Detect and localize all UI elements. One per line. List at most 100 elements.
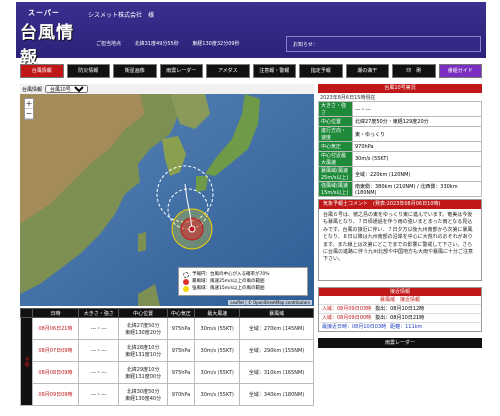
site-logo[interactable]: スーパー 台風情報 <box>20 8 84 68</box>
tab-tides[interactable]: 潮の満干 <box>345 64 389 78</box>
closest-approach-time: 最接近日時：08月10日03時 <box>322 324 387 330</box>
location-label: ご担当地点 <box>96 41 122 47</box>
row-key: 大きさ・強さ <box>318 101 353 117</box>
column-header: 中心位置 <box>118 308 168 318</box>
table-row: 暴風域(風速25m/s以上) 全域：220km (120NM) <box>318 166 482 182</box>
table-row: 08月08日09時 ---・--- 北緯29度10分 東経131度00分 975h… <box>21 361 314 384</box>
status-table: 大きさ・強さ ---・--- 中心位置 北緯27度50分・東経129度20分 進行方… <box>318 101 482 197</box>
forecast-lon: 東経130度20分 <box>125 329 162 336</box>
zoom-out-button[interactable]: − <box>25 109 33 119</box>
column-header: 中心気圧 <box>166 308 196 318</box>
notice-label: お知らせ： <box>293 42 318 48</box>
forecast-size: ---・--- <box>77 383 120 406</box>
forecast-wind: 30m/s (55KT) <box>194 317 241 340</box>
latitude-text: 北緯31度49分55秒 <box>134 41 179 47</box>
table-row: 進行方向・速度 東・ゆっくり <box>318 126 482 142</box>
row-key: 中心付近最大風速 <box>318 151 353 167</box>
forecast-wind: 30m/s (55KT) <box>194 383 241 406</box>
approach-exit: 抜出：08月10日12時 <box>375 306 425 312</box>
forecast-wind: 30m/s (55KT) <box>194 339 241 362</box>
map-legend: 予報円：台風の中心が入る確率が70% 暴風域：風速25m/s以上の風の範囲 強風… <box>178 267 308 296</box>
map-toolbar: 台風情報 台風10号 <box>20 84 314 94</box>
table-row: 08月09日09時 ---・--- 北緯30度50分 東経130度40分 970h… <box>21 383 314 406</box>
legend-forecast-text: 予報円：台風の中心が入る確率が70% <box>192 272 270 277</box>
forecaster-comment: 気象予報士コメント (発表:2023年08月06日10時) 台風６号は、徳之島の… <box>318 199 482 281</box>
forecast-position: 北緯27度50分 東経130度20分 <box>118 317 168 340</box>
forecast-lat: 北緯29度10分 <box>126 366 160 373</box>
current-status-panel: 台風10号実況 2023年8月6日15時現在 大きさ・強さ ---・--- 中心位… <box>318 84 482 414</box>
column-header: 暴風域 <box>239 308 314 318</box>
map-attribution[interactable]: Leaflet | © OpenStreetMap contributors <box>228 300 312 305</box>
table-row: 予報 08月06日21時 ---・--- 北緯27度50分 東経130度20分 9… <box>20 317 314 406</box>
logo-title: 台風情報 <box>20 23 74 68</box>
tab-print[interactable]: 印 刷 <box>392 64 436 78</box>
forecast-date: 08月06日21時 <box>32 317 79 340</box>
zoom-in-button[interactable]: + <box>25 99 33 109</box>
forecast-storm-area: 全域：310km (165NM) <box>239 361 314 384</box>
forecast-position: 北緯30度50分 東経130度40分 <box>118 383 168 406</box>
forecast-date: 08月08日09時 <box>32 361 79 384</box>
approach-row: 入域：08月09日03時 抜出：08月10日12時 <box>319 304 481 313</box>
forecast-side-label: 予報 <box>20 317 33 406</box>
forecast-storm-area: 全域：270km (145NM) <box>239 317 314 340</box>
forecast-date: 08月09日09時 <box>32 383 79 406</box>
row-key: 強風域(風速15m/s以上) <box>318 181 353 197</box>
forecast-position: 北緯28度10分 東経131度10分 <box>118 339 168 362</box>
row-value: 全域：220km (120NM) <box>352 166 482 182</box>
forecast-size: ---・--- <box>77 339 120 362</box>
typhoon-map[interactable]: + − 予報円：台風の中心が入る確率が70% 暴風域：風速25m/s以上の風の範… <box>20 94 314 306</box>
status-timestamp: 2023年8月6日15時現在 <box>320 95 376 101</box>
typhoon-select[interactable]: 台風10号 <box>45 85 89 93</box>
tab-amedas[interactable]: アメダス <box>206 64 250 78</box>
table-row: 強風域(風速15m/s以上) 南東側：380km (210NM) / 北西側：33… <box>318 181 482 197</box>
legend-gale-text: 強風域：風速15m/s以上の風の範囲 <box>192 286 265 291</box>
typhoon-center[interactable] <box>188 225 196 233</box>
comment-header: 気象予報士コメント (発表:2023年08月06日10時) <box>319 200 481 209</box>
tab-rain-radar[interactable]: 雨雲レーダー <box>159 64 203 78</box>
tab-disaster-info[interactable]: 防災情報 <box>66 64 110 78</box>
forecast-circle-icon <box>183 271 189 278</box>
row-key: 中心気圧 <box>318 141 353 152</box>
forecast-lon: 東経131度00分 <box>125 373 162 380</box>
forecast-lat: 北緯27度50分 <box>126 322 160 329</box>
forecast-date: 08月07日09時 <box>32 339 79 362</box>
table-row: 中心付近最大風速 30m/s (55KT) <box>318 151 482 167</box>
table-row: 大きさ・強さ ---・--- <box>318 101 482 117</box>
approach-info: 接近情報 暴風域 接近情報 入域：08月09日03時 抜出：08月10日12時 入… <box>318 287 482 332</box>
approach-header: 接近情報 <box>319 288 481 296</box>
forecast-pressure: 975hPa <box>166 339 196 362</box>
storm-area-icon <box>183 278 189 285</box>
forecast-table: 日時 大きさ・強さ 中心位置 中心気圧 最大風速 暴風域 予報 08月06日21… <box>20 308 314 406</box>
table-row: 08月07日09時 ---・--- 北緯28度10分 東経131度10分 975h… <box>21 339 314 362</box>
approach-row: 入域：08月09日00時 抜出：08月10日21時 <box>319 313 481 322</box>
forecast-table-panel: 日時 大きさ・強さ 中心位置 中心気圧 最大風速 暴風域 予報 08月06日21… <box>20 308 314 414</box>
map-panel: 台風情報 台風10号 + − 予報円：台風の中心が入る確率が70% 暴風域：風速… <box>20 84 314 306</box>
legend-forecast: 予報円：台風の中心が入る確率が70% <box>183 271 303 278</box>
forecast-pressure: 975hPa <box>166 317 196 340</box>
tab-program-guide[interactable]: 番組ガイド <box>438 64 482 78</box>
company-name: シスメット株式会社 様 <box>88 12 155 19</box>
tab-point-forecast[interactable]: 指定予報 <box>299 64 343 78</box>
forecast-storm-area: 全域：290km (155NM) <box>239 339 314 362</box>
rain-radar-link[interactable]: 雨雲レーダー <box>318 338 482 348</box>
row-value: 970hPa <box>352 141 482 152</box>
zoom-control: + − <box>24 98 34 120</box>
location-info: ご担当地点 北緯31度49分55秒 東経130度32分09秒 <box>96 40 252 47</box>
forecast-storm-area: 全域：340km (180NM) <box>239 383 314 406</box>
forecast-position: 北緯29度10分 東経131度00分 <box>118 361 168 384</box>
tab-warnings[interactable]: 注意報・警報 <box>252 64 296 78</box>
tab-typhoon-info[interactable]: 台風情報 <box>20 64 64 78</box>
closest-approach-distance: 距離：111km <box>390 324 423 330</box>
main-nav: 台風情報 防災情報 衛星画像 雨雲レーダー アメダス 注意報・警報 指定予報 潮… <box>16 64 486 78</box>
legend-gale: 強風域：風速15m/s以上の風の範囲 <box>183 285 303 292</box>
approach-entry: 入域：08月09日03時 <box>322 306 372 312</box>
map-toolbar-label: 台風情報 <box>22 86 43 93</box>
row-value: 30m/s (55KT) <box>352 151 482 167</box>
approach-subheader: 暴風域 接近情報 <box>379 297 420 303</box>
row-key: 中心位置 <box>318 116 353 127</box>
forecast-pressure: 970hPa <box>166 383 196 406</box>
row-key: 進行方向・速度 <box>318 126 353 142</box>
logo-small-text: スーパー <box>28 9 60 17</box>
tab-satellite[interactable]: 衛星画像 <box>113 64 157 78</box>
legend-storm-text: 暴風域：風速25m/s以上の風の範囲 <box>192 279 265 284</box>
